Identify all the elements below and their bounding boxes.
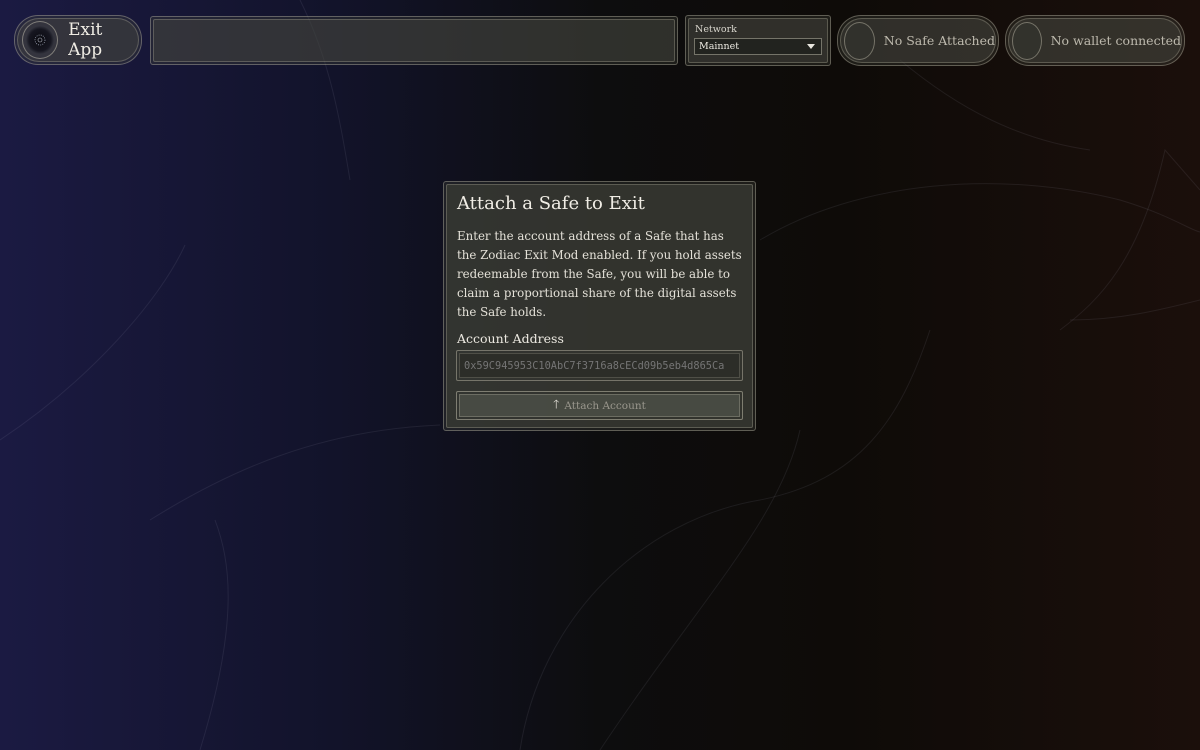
account-address-field — [456, 350, 743, 381]
network-selector-panel: Network Mainnet — [685, 15, 831, 66]
attach-account-label: Attach Account — [564, 399, 646, 412]
app-logo-button[interactable]: Exit App — [14, 15, 142, 65]
account-address-input[interactable] — [459, 353, 740, 378]
header-center-panel — [150, 16, 678, 65]
safe-status-button[interactable]: No Safe Attached — [837, 15, 999, 66]
network-label: Network — [695, 24, 737, 35]
dialog-description: Enter the account address of a Safe that… — [457, 229, 742, 319]
safe-status-text: No Safe Attached — [883, 33, 995, 48]
attach-safe-dialog: Attach a Safe to Exit Enter the account … — [443, 181, 756, 431]
chevron-down-icon — [807, 44, 815, 49]
app-title: Exit App — [68, 20, 103, 60]
arrow-up-icon: 🡑 — [553, 397, 560, 411]
wallet-status-text: No wallet connected — [1050, 33, 1181, 48]
network-selected-value: Mainnet — [699, 41, 740, 52]
dialog-title: Attach a Safe to Exit — [457, 193, 645, 214]
network-select[interactable]: Mainnet — [694, 38, 822, 55]
attach-account-button[interactable]: 🡑 Attach Account — [456, 391, 743, 420]
account-address-label: Account Address — [457, 331, 564, 346]
zodiac-logo-icon — [22, 21, 59, 59]
wallet-avatar — [1012, 21, 1042, 60]
wallet-connect-button[interactable]: No wallet connected — [1005, 15, 1185, 66]
safe-avatar — [844, 21, 875, 60]
